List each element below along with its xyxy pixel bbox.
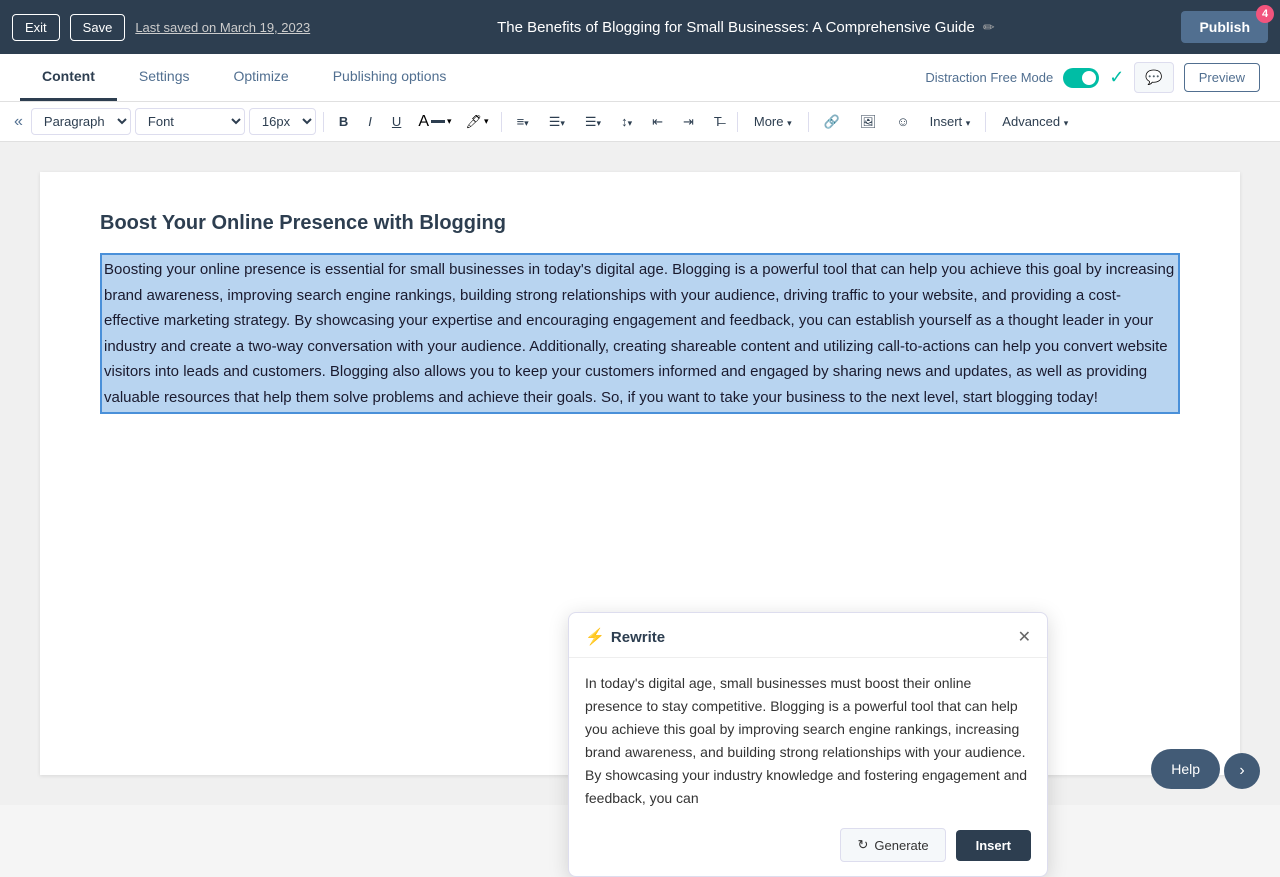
color-dropdown-icon: ▾ (447, 116, 452, 127)
editor-canvas[interactable]: Boost Your Online Presence with Blogging… (40, 172, 1240, 775)
font-size-select[interactable]: 16px (249, 108, 316, 135)
advanced-label: Advanced (1002, 114, 1060, 129)
toolbar: « Paragraph Font 16px B I U A ▾ 🖊 ▾ ≡▾ ☰… (0, 102, 1280, 142)
rewrite-header: ⚡ Rewrite ✕ (569, 613, 1047, 658)
image-button[interactable]: 🖼 (852, 109, 885, 135)
font-select[interactable]: Font (135, 108, 245, 135)
align-button[interactable]: ≡▾ (509, 109, 537, 134)
paragraph-select[interactable]: Paragraph (31, 108, 131, 135)
indent-increase-button[interactable]: ⇥ (675, 109, 702, 135)
publish-label: Publish (1199, 19, 1250, 35)
tab-optimize[interactable]: Optimize (211, 54, 310, 101)
tab-publishing[interactable]: Publishing options (311, 54, 469, 101)
toolbar-sep-5 (985, 112, 986, 132)
text-color-icon: A (418, 113, 429, 131)
tab-settings[interactable]: Settings (117, 54, 212, 101)
toggle-knob (1082, 71, 1096, 85)
toolbar-sep-1 (323, 112, 324, 132)
emoji-button[interactable]: ☺ (888, 109, 917, 134)
page-title: The Benefits of Blogging for Small Busin… (497, 19, 975, 36)
last-saved-text[interactable]: Last saved on March 19, 2023 (135, 20, 310, 35)
distraction-free-toggle[interactable] (1063, 68, 1099, 88)
highlight-icon: 🖊 (466, 114, 483, 130)
toolbar-sep-3 (737, 112, 738, 132)
italic-button[interactable]: I (360, 109, 380, 134)
publish-badge: 4 (1256, 5, 1274, 23)
rewrite-popup: ⚡ Rewrite ✕ In today's digital age, smal… (568, 612, 1048, 877)
distraction-area: Distraction Free Mode ✓ 💬 Preview (925, 62, 1260, 93)
panel-toggle-button[interactable]: « (10, 109, 27, 135)
content-area: Boost Your Online Presence with Blogging… (0, 142, 1280, 805)
list-unordered-button[interactable]: ☰▾ (541, 109, 573, 135)
more-label: More (754, 114, 784, 129)
help-label: Help (1171, 761, 1200, 777)
toolbar-sep-2 (501, 112, 502, 132)
advanced-button[interactable]: Advanced ▾ (993, 109, 1077, 134)
insert-label: Insert (930, 114, 963, 129)
line-height-button[interactable]: ↕▾ (613, 109, 640, 134)
rewrite-body: In today's digital age, small businesses… (569, 658, 1047, 818)
editor-heading: Boost Your Online Presence with Blogging (100, 212, 1180, 235)
color-swatch (431, 120, 445, 123)
check-icon: ✓ (1109, 67, 1124, 88)
editor-paragraph[interactable]: Boosting your online presence is essenti… (100, 253, 1180, 414)
preview-button[interactable]: Preview (1184, 63, 1260, 92)
generate-label: Generate (874, 838, 928, 853)
highlight-dropdown-icon: ▾ (484, 116, 489, 127)
nav-bar: Content Settings Optimize Publishing opt… (0, 54, 1280, 102)
toolbar-sep-4 (808, 112, 809, 132)
list-ordered-button[interactable]: ☰▾ (577, 109, 609, 135)
link-button[interactable]: 🔗 (816, 109, 848, 135)
text-color-button[interactable]: A ▾ (413, 109, 456, 135)
help-button[interactable]: Help (1151, 749, 1220, 789)
save-button[interactable]: Save (70, 14, 126, 41)
publish-button[interactable]: Publish 4 (1181, 11, 1268, 43)
exit-button[interactable]: Exit (12, 14, 60, 41)
tab-content[interactable]: Content (20, 54, 117, 101)
insert-button[interactable]: Insert (956, 830, 1031, 861)
edit-title-icon[interactable]: ✏ (983, 19, 995, 36)
more-button[interactable]: More ▾ (745, 109, 801, 134)
rewrite-title: ⚡ Rewrite (585, 627, 665, 647)
page-title-area: The Benefits of Blogging for Small Busin… (320, 19, 1171, 36)
rewrite-lightning-icon: ⚡ (585, 627, 605, 647)
indent-decrease-button[interactable]: ⇤ (644, 109, 671, 135)
remove-format-button[interactable]: T̶ (706, 109, 730, 134)
sidebar-toggle-button[interactable]: › (1224, 753, 1260, 789)
rewrite-title-text: Rewrite (611, 629, 665, 646)
underline-button[interactable]: U (384, 109, 409, 134)
insert-button[interactable]: Insert ▾ (922, 109, 979, 134)
highlight-color-button[interactable]: 🖊 ▾ (461, 110, 494, 134)
generate-button[interactable]: ↻ Generate (840, 828, 945, 862)
nav-tabs: Content Settings Optimize Publishing opt… (20, 54, 925, 101)
generate-refresh-icon: ↻ (857, 837, 868, 853)
rewrite-close-button[interactable]: ✕ (1018, 627, 1031, 647)
chevron-right-icon: › (1239, 762, 1244, 780)
rewrite-footer: ↻ Generate Insert (569, 818, 1047, 876)
bold-button[interactable]: B (331, 109, 356, 134)
top-bar: Exit Save Last saved on March 19, 2023 T… (0, 0, 1280, 54)
chat-button[interactable]: 💬 (1134, 62, 1173, 93)
distraction-free-label: Distraction Free Mode (925, 70, 1053, 85)
